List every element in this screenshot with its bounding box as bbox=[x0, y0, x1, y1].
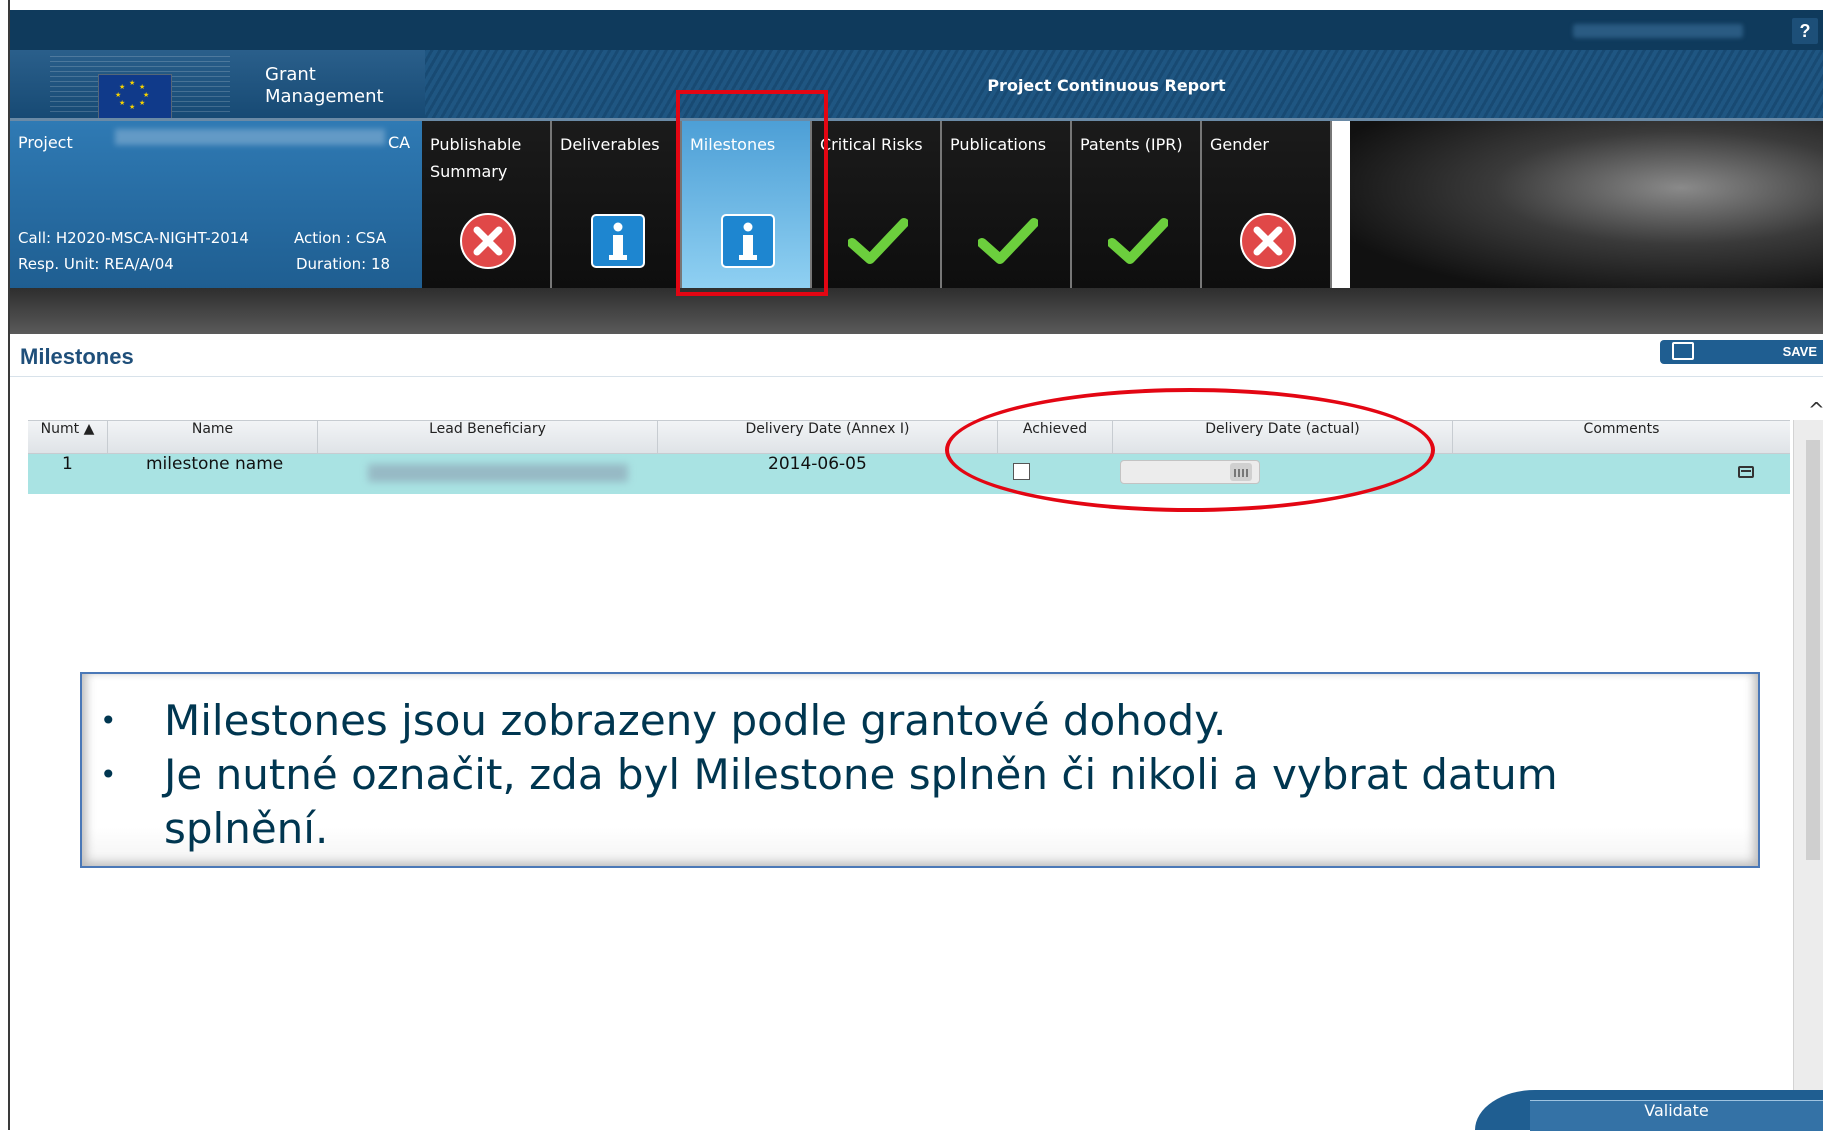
project-info-panel: Project CA Call: H2020-MSCA-NIGHT-2014 A… bbox=[10, 121, 422, 288]
save-label: SAVE bbox=[1782, 344, 1817, 359]
page-title: Milestones bbox=[20, 344, 134, 369]
project-name-blurred bbox=[115, 129, 385, 145]
hero-image bbox=[1350, 121, 1823, 288]
app-window: ? ★ ★ ★ ★ ★ ★ ★ ★ Grant Management Project Co… bbox=[0, 0, 1823, 1131]
save-button[interactable]: SAVE bbox=[1660, 340, 1823, 364]
callout-text-2: Je nutné označit, zda byl Milestone spln… bbox=[164, 750, 1558, 853]
help-button[interactable]: ? bbox=[1792, 18, 1818, 44]
highlight-ellipse bbox=[945, 388, 1435, 512]
checkmark-icon bbox=[978, 218, 1038, 264]
resp-unit: Resp. Unit: REA/A/04 bbox=[18, 255, 174, 273]
instruction-callout: • Milestones jsou zobrazeny podle grantov… bbox=[80, 672, 1760, 868]
checkmark-icon bbox=[848, 218, 908, 264]
project-suffix: CA bbox=[388, 133, 411, 152]
tab-label: Gender bbox=[1210, 135, 1269, 154]
col-header-lead[interactable]: Lead Beneficiary bbox=[318, 421, 658, 453]
tab-label: Deliverables bbox=[560, 135, 660, 154]
scrollbar-thumb[interactable] bbox=[1806, 440, 1820, 860]
report-title: Project Continuous Report bbox=[987, 76, 1226, 95]
tab-label: Patents (IPR) bbox=[1080, 135, 1183, 154]
error-icon bbox=[460, 213, 516, 269]
col-header-comments[interactable]: Comments bbox=[1453, 421, 1790, 453]
tab-publications[interactable]: Publications bbox=[942, 121, 1072, 288]
tab-label: Publishable Summary bbox=[430, 135, 522, 181]
tab-patents[interactable]: Patents (IPR) bbox=[1072, 121, 1202, 288]
callout-list: • Milestones jsou zobrazeny podle grantov… bbox=[100, 694, 1720, 856]
milestones-table: Numt ▲ Name Lead Beneficiary Delivery Da… bbox=[28, 420, 1790, 494]
table-row[interactable]: 1 milestone name 2014-06-05 bbox=[28, 454, 1790, 494]
call-id: Call: H2020-MSCA-NIGHT-2014 bbox=[18, 229, 249, 247]
user-info-blurred bbox=[1573, 24, 1743, 38]
tab-gender[interactable]: Gender bbox=[1202, 121, 1332, 288]
info-icon bbox=[591, 214, 645, 268]
cell-num: 1 bbox=[62, 454, 73, 474]
bullet-icon: • bbox=[100, 758, 117, 791]
top-bar: ? bbox=[10, 10, 1823, 50]
comment-icon[interactable] bbox=[1738, 466, 1754, 478]
report-tabs: Publishable Summary Deliverables Milesto… bbox=[422, 121, 1332, 288]
cell-annex-date: 2014-06-05 bbox=[768, 454, 867, 474]
save-icon bbox=[1672, 342, 1694, 360]
col-header-num[interactable]: Numt ▲ bbox=[28, 421, 108, 453]
checkmark-icon bbox=[1108, 218, 1168, 264]
validate-button[interactable]: Validate bbox=[1530, 1100, 1823, 1131]
bullet-icon: • bbox=[100, 704, 117, 737]
tab-deliverables[interactable]: Deliverables bbox=[552, 121, 682, 288]
toolbar-strip bbox=[10, 288, 1823, 334]
highlight-rectangle bbox=[676, 90, 828, 296]
project-label: Project bbox=[18, 133, 73, 152]
action-type: Action : CSA bbox=[294, 229, 387, 247]
scroll-up-icon[interactable]: ^ bbox=[1808, 398, 1823, 422]
tab-label: Publications bbox=[950, 135, 1047, 154]
col-header-name[interactable]: Name bbox=[108, 421, 318, 453]
tab-label: Critical Risks bbox=[820, 135, 923, 154]
report-title-wrap: Project Continuous Report bbox=[0, 76, 1823, 95]
error-icon bbox=[1240, 213, 1296, 269]
tab-critical-risks[interactable]: Critical Risks bbox=[812, 121, 942, 288]
callout-text-1: Milestones jsou zobrazeny podle grantové… bbox=[164, 696, 1227, 745]
callout-bullet: • Je nutné označit, zda byl Milestone spl… bbox=[100, 748, 1720, 856]
cell-name: milestone name bbox=[146, 454, 284, 474]
duration: Duration: 18 bbox=[296, 255, 391, 273]
divider bbox=[10, 376, 1823, 377]
cell-lead-blurred bbox=[368, 464, 628, 482]
table-header: Numt ▲ Name Lead Beneficiary Delivery Da… bbox=[28, 420, 1790, 454]
tab-publishable-summary[interactable]: Publishable Summary bbox=[422, 121, 552, 288]
callout-bullet: • Milestones jsou zobrazeny podle grantov… bbox=[100, 694, 1720, 748]
